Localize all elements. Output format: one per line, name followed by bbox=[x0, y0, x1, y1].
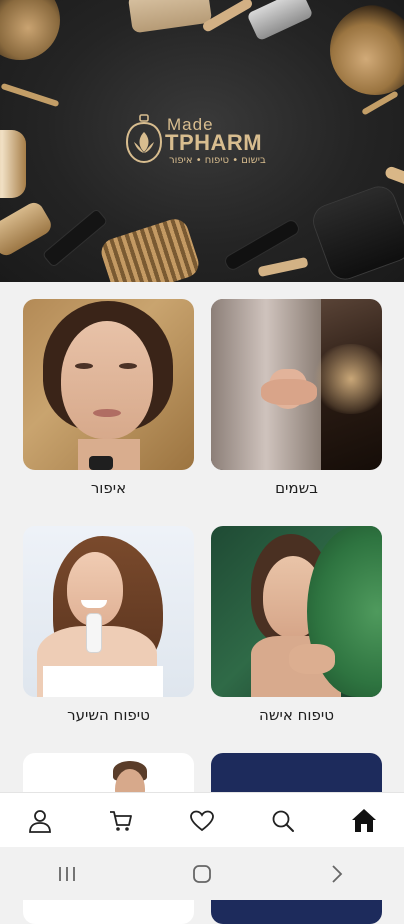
black-comb-image bbox=[43, 209, 107, 267]
round-brush-image bbox=[330, 5, 404, 95]
comb-image bbox=[127, 0, 213, 34]
user-icon bbox=[29, 809, 52, 833]
haircare-photo bbox=[23, 526, 194, 697]
hairdryer-image bbox=[309, 182, 404, 282]
cream-jar-image bbox=[0, 130, 26, 198]
hero-banner: Made TPHARM בישום • טיפוח • איפור bbox=[0, 0, 404, 282]
system-navigation-bar bbox=[0, 847, 404, 900]
lotus-logo-icon bbox=[125, 114, 163, 164]
category-label: טיפוח אישה bbox=[259, 706, 334, 724]
bottom-navigation bbox=[0, 792, 404, 848]
brand-logo[interactable]: Made TPHARM בישום • טיפוח • איפור bbox=[122, 112, 292, 174]
makeup-photo bbox=[23, 299, 194, 470]
back-chevron-icon bbox=[332, 864, 342, 883]
curler-image bbox=[0, 199, 55, 259]
system-back-button[interactable] bbox=[307, 854, 367, 894]
nav-cart-button[interactable] bbox=[96, 796, 146, 846]
hairpin-image bbox=[383, 165, 404, 187]
system-home-button[interactable] bbox=[172, 854, 232, 894]
home-circle-icon bbox=[193, 864, 211, 883]
category-label: בשמים bbox=[275, 479, 318, 497]
nav-home-button[interactable] bbox=[339, 796, 389, 846]
scissors-image bbox=[0, 82, 60, 108]
hairdryer-image bbox=[246, 0, 314, 42]
category-card-perfume[interactable]: בשמים bbox=[211, 299, 382, 497]
logo-tagline: בישום • טיפוח • איפור bbox=[169, 155, 266, 166]
category-card-haircare[interactable]: טיפוח השיער bbox=[23, 526, 194, 724]
paddle-brush-image bbox=[97, 215, 203, 282]
nav-account-button[interactable] bbox=[15, 796, 65, 846]
skincare-photo bbox=[211, 526, 382, 697]
round-brush-image bbox=[0, 0, 60, 60]
hair-clip-image bbox=[257, 256, 309, 278]
logo-brand-text: TPHARM bbox=[165, 130, 263, 155]
nav-favorites-button[interactable] bbox=[177, 796, 227, 846]
recent-apps-button[interactable] bbox=[37, 854, 97, 894]
home-icon bbox=[351, 808, 376, 832]
recent-apps-icon bbox=[59, 866, 76, 881]
cart-icon bbox=[110, 810, 133, 831]
heart-icon bbox=[190, 810, 214, 831]
category-label: טיפוח השיער bbox=[67, 706, 150, 724]
perfume-photo bbox=[211, 299, 382, 470]
category-card-makeup[interactable]: איפור bbox=[23, 299, 194, 497]
nav-search-button[interactable] bbox=[258, 796, 308, 846]
search-icon bbox=[272, 810, 294, 832]
category-card-skincare[interactable]: טיפוח אישה bbox=[211, 526, 382, 724]
category-label: איפור bbox=[90, 479, 127, 497]
